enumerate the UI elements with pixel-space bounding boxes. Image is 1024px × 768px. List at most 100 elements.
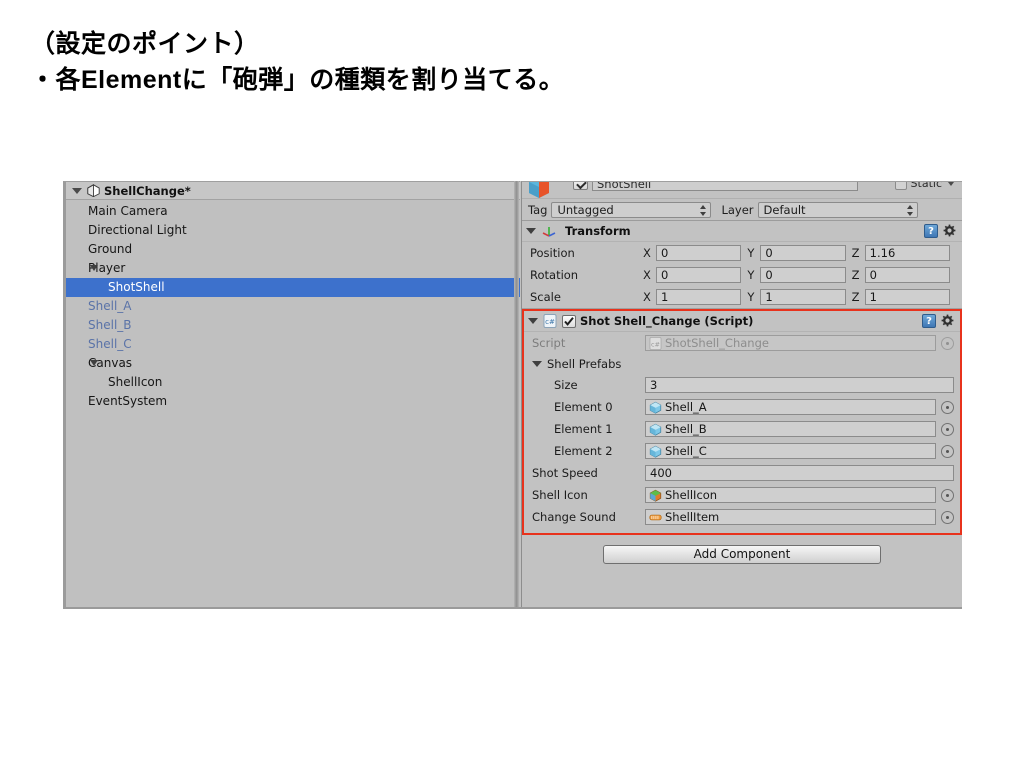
audio-clip-icon (649, 511, 662, 524)
script-enabled-checkbox[interactable] (562, 314, 576, 328)
transform-foldout-icon[interactable] (526, 228, 536, 234)
element-0-value[interactable]: Shell_A (645, 399, 936, 415)
csharp-script-icon: c# (649, 336, 662, 350)
transform-rows: Position X 0 Y 0 Z 1.16 Rotation X 0 Y 0 Z 0 Scale X 1 Y 1… (522, 242, 962, 308)
transform-rotation-y-input[interactable]: 0 (760, 267, 846, 283)
tag-value: Untagged (557, 202, 614, 217)
layer-dropdown[interactable]: Default (757, 201, 918, 218)
hierarchy-item-shell-a[interactable]: Shell_A (66, 297, 520, 316)
axis-label-z: Z (851, 290, 860, 304)
element-2-value-text: Shell_C (665, 444, 707, 458)
element-2-object-field[interactable]: Shell_C (645, 443, 954, 459)
help-icon[interactable]: ? (924, 224, 938, 238)
hierarchy-item-eventsystem[interactable]: EventSystem (66, 392, 520, 411)
layer-value: Default (763, 202, 806, 217)
transform-position-x-input[interactable]: 0 (656, 245, 742, 261)
transform-position-z-input[interactable]: 1.16 (864, 245, 950, 261)
shot-speed-input[interactable]: 400 (645, 465, 954, 481)
element-1-object-field[interactable]: Shell_B (645, 421, 954, 437)
help-icon[interactable]: ? (922, 314, 936, 328)
element-1-value[interactable]: Shell_B (645, 421, 936, 437)
hierarchy-item-label: EventSystem (88, 394, 168, 408)
slide-line-2: ・各Elementに「砲弾」の種類を割り当てる。 (30, 66, 565, 95)
transform-scale-z-input[interactable]: 1 (864, 289, 950, 305)
add-component-button[interactable]: Add Component (603, 545, 881, 564)
object-picker-icon[interactable] (941, 400, 954, 414)
hierarchy-item-shell-b[interactable]: Shell_B (66, 316, 520, 335)
element-0-object-field[interactable]: Shell_A (645, 399, 954, 415)
gameobject-name-row: ShotShell Static (522, 182, 962, 199)
script-row-element-2: Element 2 Shell_C (524, 440, 960, 462)
transform-title: Transform (565, 224, 631, 238)
axis-label-y: Y (747, 290, 755, 304)
hierarchy-item-directional-light[interactable]: Directional Light (66, 221, 520, 240)
transform-row-position: Position X 0 Y 0 Z 1.16 (522, 242, 962, 264)
hierarchy-list: Main Camera Directional Light Ground Player… (66, 200, 520, 411)
chevron-down-icon[interactable] (948, 182, 954, 186)
transform-position-y-input[interactable]: 0 (760, 245, 846, 261)
svg-text:c#: c# (545, 318, 555, 326)
hierarchy-panel: ShellChange* Main Camera Directional Ligh… (63, 181, 520, 609)
hierarchy-item-shellicon[interactable]: ShellIcon (66, 373, 520, 392)
script-foldout-icon[interactable] (528, 318, 538, 324)
object-picker-icon[interactable] (941, 422, 954, 436)
hamburger-menu-icon[interactable] (494, 186, 512, 196)
foldout-icon[interactable] (90, 265, 98, 271)
transform-rotation-x-input[interactable]: 0 (656, 267, 742, 283)
axis-label-x: X (643, 290, 651, 304)
shell-prefabs-foldout-row[interactable]: Shell Prefabs (524, 354, 960, 374)
hierarchy-item-shell-c[interactable]: Shell_C (66, 335, 520, 354)
object-picker-icon[interactable] (941, 510, 954, 524)
shell-icon-value[interactable]: ShellIcon (645, 487, 936, 503)
tag-dropdown[interactable]: Untagged (551, 201, 712, 218)
gear-icon[interactable] (941, 314, 955, 328)
script-component-header[interactable]: c# Shot Shell_Change (Script) ? (524, 311, 960, 332)
hierarchy-item-canvas[interactable]: Canvas (66, 354, 520, 373)
shell-prefabs-foldout-icon[interactable] (532, 361, 542, 367)
hierarchy-item-shotshell[interactable]: ShotShell (66, 278, 520, 297)
element-0-label: Element 0 (554, 400, 613, 414)
hierarchy-item-player[interactable]: Player (66, 259, 520, 278)
array-size-input[interactable]: 3 (645, 377, 954, 393)
hierarchy-item-label: Directional Light (88, 223, 187, 237)
panel-divider[interactable] (514, 181, 519, 609)
scene-foldout-icon[interactable] (72, 187, 82, 194)
hierarchy-item-ground[interactable]: Ground (66, 240, 520, 259)
script-row-element-1: Element 1 Shell_B (524, 418, 960, 440)
shell-icon-object-field[interactable]: ShellIcon (645, 487, 954, 503)
hierarchy-item-label: Shell_C (88, 337, 132, 351)
hierarchy-scene-name: ShellChange* (104, 183, 191, 198)
script-row-change-sound: Change Sound ShellItem (524, 506, 960, 528)
transform-rotation-label: Rotation (530, 268, 579, 282)
screenshot-bottom-edge (63, 607, 962, 609)
change-sound-value[interactable]: ShellItem (645, 509, 936, 525)
transform-header[interactable]: Transform ? (522, 221, 962, 242)
foldout-icon[interactable] (90, 360, 98, 366)
prefab-cube-icon (649, 445, 662, 458)
script-label: Script (532, 336, 566, 350)
static-checkbox[interactable] (894, 182, 907, 190)
transform-rotation-z-input[interactable]: 0 (864, 267, 950, 283)
transform-scale-x-input[interactable]: 1 (656, 289, 742, 305)
shell-icon-label: Shell Icon (532, 488, 588, 502)
element-0-value-text: Shell_A (665, 400, 707, 414)
shell-prefabs-label: Shell Prefabs (547, 357, 622, 371)
hierarchy-item-main-camera[interactable]: Main Camera (66, 202, 520, 221)
hierarchy-item-label: Ground (88, 242, 133, 256)
add-component-area: Add Component (522, 535, 962, 564)
gear-icon[interactable] (943, 224, 957, 238)
tag-layer-row: Tag Untagged Layer Default (522, 199, 962, 221)
script-component-title: Shot Shell_Change (Script) (580, 314, 754, 328)
gameobject-enabled-checkbox[interactable] (573, 182, 588, 190)
script-value-text: ShotShell_Change (665, 336, 769, 350)
static-toggle[interactable]: Static (894, 182, 954, 191)
change-sound-object-field[interactable]: ShellItem (645, 509, 954, 525)
svg-text:c#: c# (651, 340, 660, 348)
transform-scale-y-input[interactable]: 1 (760, 289, 846, 305)
gameobject-name-input[interactable]: ShotShell (592, 182, 858, 191)
element-2-value[interactable]: Shell_C (645, 443, 936, 459)
object-picker-icon[interactable] (941, 444, 954, 458)
shot-shell-change-script-component: c# Shot Shell_Change (Script) ? Script c… (522, 309, 962, 535)
object-picker-icon[interactable] (941, 488, 954, 502)
script-object-field: c# ShotShell_Change (645, 335, 954, 351)
